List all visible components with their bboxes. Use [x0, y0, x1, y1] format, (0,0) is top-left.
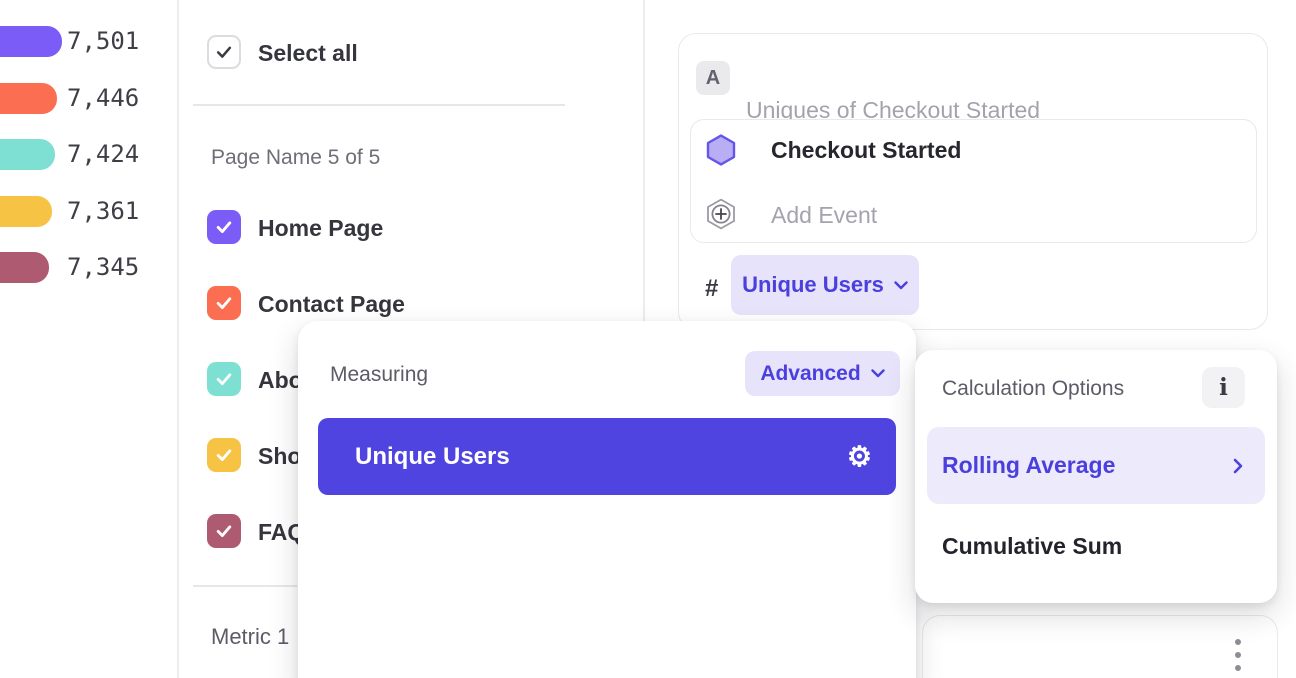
filter-item-label[interactable]: Contact Page: [258, 291, 405, 318]
chevron-down-icon: [871, 369, 885, 378]
filter-checkbox-about[interactable]: [207, 362, 241, 396]
analytics-app-screen: 7,501 7,446 7,424 7,361 7,345 Select all…: [0, 0, 1296, 678]
filter-divider: [193, 104, 565, 106]
measurement-dropdown[interactable]: Unique Users: [731, 255, 919, 315]
measuring-title: Measuring: [330, 363, 428, 387]
query-builder-card: A Uniques of Checkout Started Checkout S…: [678, 33, 1268, 330]
advanced-mode-label: Advanced: [760, 362, 860, 386]
bar-value: 7,361: [67, 196, 139, 227]
event-card: Checkout Started Add Event: [690, 119, 1257, 243]
advanced-mode-dropdown[interactable]: Advanced: [745, 351, 900, 396]
checkmark-icon: [214, 445, 234, 465]
checkmark-icon: [214, 42, 234, 62]
calc-option-rolling-average[interactable]: Rolling Average: [927, 427, 1265, 504]
calculation-options-title: Calculation Options: [942, 377, 1124, 401]
metric-divider: [193, 585, 297, 587]
measuring-popup: Measuring Advanced Unique Users ⚙ Total …: [298, 321, 916, 678]
panel-divider: [177, 0, 179, 678]
event-hexagon-icon: [706, 134, 736, 166]
metric-label[interactable]: Metric 1: [211, 624, 289, 650]
filter-checkbox-shop[interactable]: [207, 438, 241, 472]
checkmark-icon: [214, 369, 234, 389]
bar-value: 7,345: [67, 252, 139, 283]
checkmark-icon: [214, 521, 234, 541]
filter-checkbox-home-page[interactable]: [207, 210, 241, 244]
calc-option-cumulative-sum[interactable]: Cumulative Sum: [942, 533, 1122, 560]
bar-value: 7,446: [67, 83, 139, 114]
checkmark-icon: [214, 217, 234, 237]
calc-option-label: Rolling Average: [942, 452, 1115, 479]
gear-icon[interactable]: ⚙: [847, 443, 872, 471]
hash-symbol: #: [705, 275, 718, 303]
bar-segment[interactable]: [0, 26, 62, 57]
filter-item-label[interactable]: Home Page: [258, 215, 383, 242]
chevron-down-icon: [894, 281, 908, 290]
menu-option-unique-users[interactable]: Unique Users ⚙: [318, 418, 896, 495]
series-badge: A: [696, 61, 730, 95]
bar-segment[interactable]: [0, 196, 52, 227]
bar-value: 7,501: [67, 26, 139, 57]
filter-checkbox-contact-page[interactable]: [207, 286, 241, 320]
calculation-options-popup: Calculation Options i Rolling Average Cu…: [915, 350, 1277, 603]
chevron-right-icon: [1233, 458, 1243, 474]
event-name[interactable]: Checkout Started: [771, 137, 961, 164]
measurement-value: Unique Users: [742, 272, 884, 298]
add-event-icon[interactable]: [706, 198, 736, 230]
filter-checkbox-faq[interactable]: [207, 514, 241, 548]
bar-segment[interactable]: [0, 252, 49, 283]
bar-segment[interactable]: [0, 83, 57, 114]
bar-value: 7,424: [67, 139, 139, 170]
add-event-label[interactable]: Add Event: [771, 202, 877, 229]
checkmark-icon: [214, 293, 234, 313]
menu-option-label: Unique Users: [355, 443, 510, 471]
select-all-label[interactable]: Select all: [258, 40, 358, 67]
bar-segment[interactable]: [0, 139, 55, 170]
metric-card-secondary: [922, 615, 1278, 678]
filter-group-label: Page Name 5 of 5: [211, 146, 380, 170]
info-icon[interactable]: i: [1202, 367, 1245, 408]
select-all-checkbox[interactable]: [207, 35, 241, 69]
